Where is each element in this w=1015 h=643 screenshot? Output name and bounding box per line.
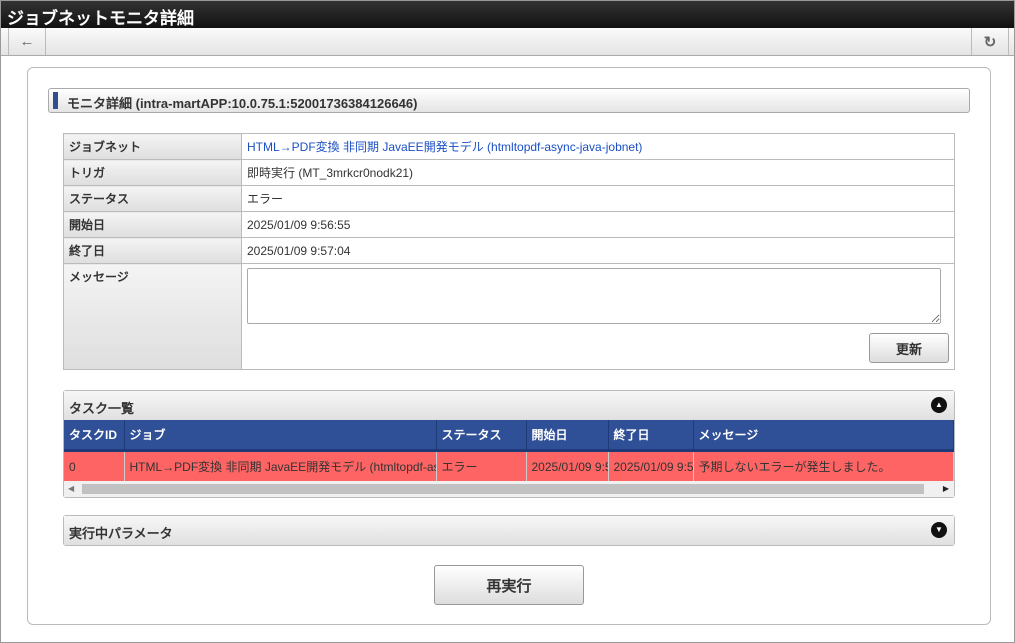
scroll-left-icon[interactable]: ◀ xyxy=(68,484,74,493)
monitor-panel: モニタ詳細 (intra-martAPP:10.0.75.1:520017363… xyxy=(27,67,991,625)
task-job: HTML→PDF変換 非同期 JavaEE開発モデル (htmltopdf-as… xyxy=(124,450,437,481)
jobnet-link[interactable]: HTML→PDF変換 非同期 JavaEE開発モデル (htmltopdf-as… xyxy=(247,140,642,154)
task-id: 0 xyxy=(64,450,125,481)
task-end: 2025/01/09 9:57:04 xyxy=(608,450,694,481)
col-end[interactable]: 終了日 xyxy=(608,420,694,452)
horizontal-scrollbar[interactable]: ◀ ▶ xyxy=(64,481,954,497)
params-title: 実行中パラメータ xyxy=(69,526,173,541)
col-message[interactable]: メッセージ xyxy=(693,420,954,452)
update-button[interactable]: 更新 xyxy=(869,333,949,363)
trigger-label: トリガ xyxy=(63,159,242,186)
window-title: ジョブネットモニタ詳細 xyxy=(1,1,1014,28)
task-list-panel: タスク一覧 ▲ タスクID ジョブ ステータス 開始日 終了日 メッセージ 0 H… xyxy=(63,390,955,498)
col-status[interactable]: ステータス xyxy=(436,420,527,452)
col-start[interactable]: 開始日 xyxy=(526,420,609,452)
status-value: エラー xyxy=(241,185,955,212)
section-title: モニタ詳細 (intra-martAPP:10.0.75.1:520017363… xyxy=(48,88,970,113)
status-label: ステータス xyxy=(63,185,242,212)
task-start: 2025/01/09 9:56:55 xyxy=(526,450,609,481)
params-panel: 実行中パラメータ ▼ xyxy=(63,515,955,546)
task-table: タスクID ジョブ ステータス 開始日 終了日 メッセージ 0 HTML→PDF… xyxy=(64,420,954,481)
info-table: ジョブネット HTML→PDF変換 非同期 JavaEE開発モデル (htmlto… xyxy=(63,133,955,370)
col-task-id[interactable]: タスクID xyxy=(64,420,125,452)
jobnet-label: ジョブネット xyxy=(63,133,242,160)
task-message: 予期しないエラーが発生しました。 xyxy=(693,450,954,481)
collapse-up-icon[interactable]: ▲ xyxy=(931,397,947,413)
back-button[interactable]: ← xyxy=(8,28,46,55)
col-job[interactable]: ジョブ xyxy=(124,420,437,452)
end-label: 終了日 xyxy=(63,237,242,264)
start-value: 2025/01/09 9:56:55 xyxy=(241,211,955,238)
task-list-title: タスク一覧 xyxy=(69,401,135,416)
expand-down-icon[interactable]: ▼ xyxy=(931,522,947,538)
message-textarea[interactable] xyxy=(247,268,941,324)
message-label: メッセージ xyxy=(63,263,242,370)
reload-icon: ↻ xyxy=(983,33,997,51)
task-status: エラー xyxy=(436,450,527,481)
back-arrow-icon: ← xyxy=(19,33,35,50)
toolbar: ← ↻ xyxy=(1,28,1014,56)
reload-button[interactable]: ↻ xyxy=(971,28,1009,55)
trigger-value: 即時実行 (MT_3mrkcr0nodk21) xyxy=(241,159,955,186)
scroll-right-icon[interactable]: ▶ xyxy=(943,484,949,493)
end-value: 2025/01/09 9:57:04 xyxy=(241,237,955,264)
scrollbar-thumb[interactable] xyxy=(82,484,924,494)
start-label: 開始日 xyxy=(63,211,242,238)
task-list-header[interactable]: タスク一覧 ▲ xyxy=(64,391,954,420)
rerun-button[interactable]: 再実行 xyxy=(434,565,584,605)
table-row[interactable]: 0 HTML→PDF変換 非同期 JavaEE開発モデル (htmltopdf-… xyxy=(64,450,954,481)
params-header[interactable]: 実行中パラメータ ▼ xyxy=(64,516,954,545)
